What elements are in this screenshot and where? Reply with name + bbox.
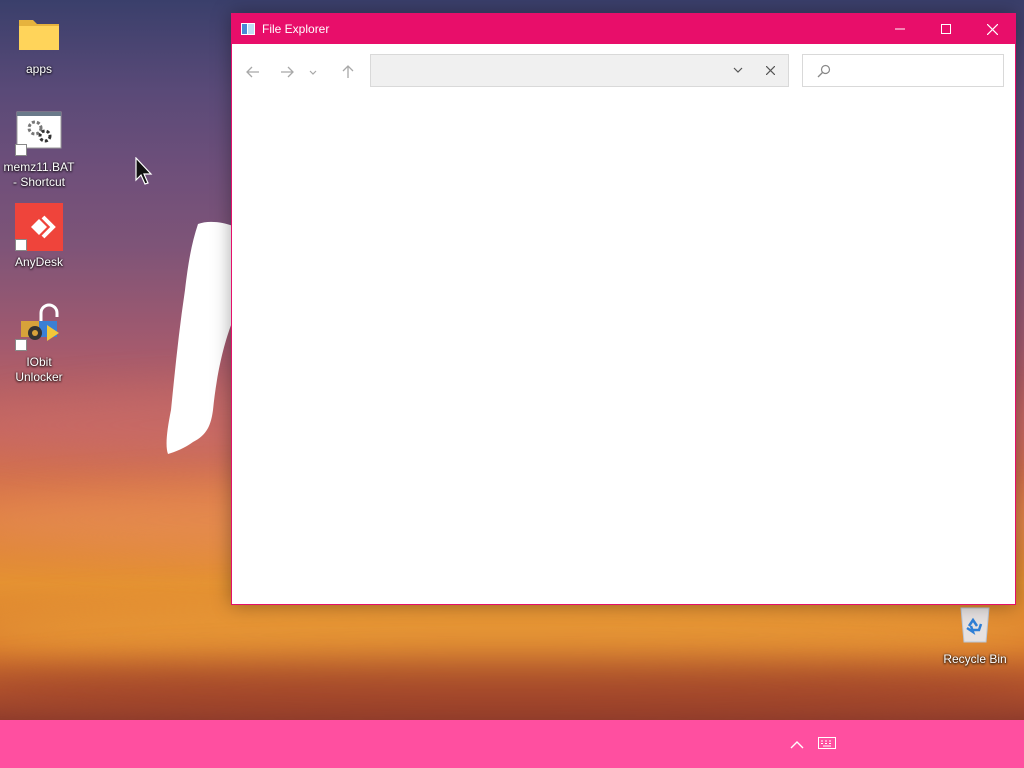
desktop-icon-label: apps <box>25 62 53 76</box>
clear-address-icon[interactable] <box>766 66 775 75</box>
minimize-button[interactable] <box>877 14 923 44</box>
shortcut-arrow-icon <box>15 239 27 251</box>
minimize-icon <box>895 28 905 30</box>
close-button[interactable] <box>969 14 1015 44</box>
anydesk-icon <box>15 203 63 251</box>
chevron-up-icon <box>790 741 804 749</box>
shortcut-arrow-icon <box>15 339 27 351</box>
desktop-icon-label: Recycle Bin <box>943 652 1007 666</box>
close-icon <box>986 23 998 35</box>
desktop-icon-apps[interactable]: apps <box>1 10 77 77</box>
file-explorer-window: File Explorer <box>231 13 1016 605</box>
up-button[interactable] <box>336 60 360 84</box>
desktop-icon-recycle-bin[interactable]: Recycle Bin <box>937 600 1013 667</box>
chevron-down-icon <box>309 70 317 75</box>
maximize-icon <box>941 24 951 34</box>
desktop-icon-anydesk[interactable]: AnyDesk <box>1 203 77 270</box>
title-bar[interactable]: File Explorer <box>232 14 1015 44</box>
search-icon <box>817 64 831 78</box>
batch-file-icon <box>15 108 63 156</box>
touch-keyboard-icon <box>818 737 836 749</box>
address-bar[interactable] <box>370 54 789 87</box>
back-arrow-icon <box>246 66 259 78</box>
forward-button[interactable] <box>275 60 299 84</box>
desktop-icon-label: AnyDesk <box>14 255 64 269</box>
folder-icon <box>15 10 63 58</box>
taskbar <box>0 720 1024 768</box>
desktop: apps memz11.BAT - Shortcut AnyDesk IObit… <box>0 0 1024 768</box>
mouse-cursor-icon <box>135 157 153 185</box>
window-title: File Explorer <box>262 22 330 36</box>
desktop-icon-memz-shortcut[interactable]: memz11.BAT - Shortcut <box>1 108 77 190</box>
desktop-icon-label: memz11.BAT - Shortcut <box>3 160 75 189</box>
forward-arrow-icon <box>281 66 294 78</box>
recent-locations-button[interactable] <box>306 60 320 84</box>
recycle-bin-icon <box>951 600 999 648</box>
show-hidden-icons-button[interactable] <box>790 736 808 752</box>
search-box[interactable] <box>802 54 1004 87</box>
file-explorer-icon <box>241 23 255 35</box>
address-dropdown-icon[interactable] <box>733 67 743 74</box>
iobit-unlocker-icon <box>15 303 63 351</box>
touch-keyboard-button[interactable] <box>818 736 838 752</box>
cloud-band <box>0 660 1024 720</box>
back-button[interactable] <box>241 60 265 84</box>
maximize-button[interactable] <box>923 14 969 44</box>
up-arrow-icon <box>342 65 354 78</box>
desktop-icon-label: IObit Unlocker <box>15 355 63 384</box>
navigation-toolbar <box>232 44 1015 96</box>
desktop-icon-iobit-unlocker[interactable]: IObit Unlocker <box>1 303 77 385</box>
shortcut-arrow-icon <box>15 144 27 156</box>
file-list-area[interactable] <box>232 96 1015 604</box>
